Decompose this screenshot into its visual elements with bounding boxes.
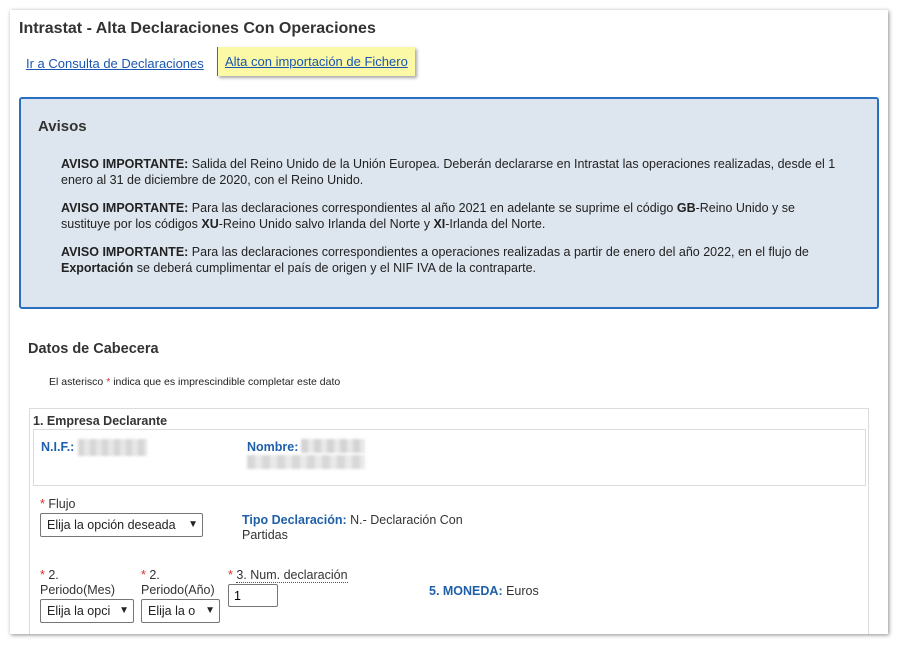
nombre-label: Nombre: (247, 440, 299, 454)
moneda-label: 5. MONEDA: (429, 584, 503, 598)
aviso-code-xi: XI (433, 217, 446, 231)
page-title: Intrastat - Alta Declaraciones Con Opera… (19, 20, 376, 37)
aviso-text: se deberá cumplimentar el país de origen… (133, 261, 537, 275)
aviso-prefix: AVISO IMPORTANTE: (61, 157, 189, 171)
tipo-declaracion-value: N.- Declaración Con (346, 513, 463, 527)
aviso-prefix: AVISO IMPORTANTE: (61, 201, 189, 215)
aviso-code-gb: GB (676, 201, 696, 215)
consulta-declaraciones-link[interactable]: Ir a Consulta de Declaraciones (26, 56, 204, 71)
empresa-info-box (33, 429, 866, 486)
aviso-text: Salida del Reino Unido de la Unión Europ… (188, 157, 836, 171)
avisos-title: Avisos (38, 118, 87, 135)
aviso-codigos: AVISO IMPORTANTE: Para las declaraciones… (61, 200, 861, 232)
aviso-text: -Reino Unido salvo Irlanda del Norte y (218, 217, 434, 231)
periodo-mes-select[interactable]: Elija la opci ▼ (40, 599, 134, 623)
label-text: 3. Num. declaración (236, 568, 348, 583)
num-declaracion-input[interactable] (228, 584, 278, 607)
nombre-value-redacted (247, 455, 365, 469)
flujo-select-value: Elija la opción deseada (47, 518, 176, 532)
required-asterisk: * (228, 568, 233, 582)
aviso-text: Para las declaraciones correspondientes … (188, 245, 809, 259)
nombre-value-redacted (301, 439, 365, 453)
flujo-label: * Flujo (40, 497, 75, 512)
aviso-text: -Irlanda del Norte. (445, 217, 546, 231)
aviso-exportacion: AVISO IMPORTANTE: Para las declaraciones… (61, 244, 861, 276)
moneda-value: Euros (502, 584, 539, 598)
note-text: El asterisco (49, 376, 107, 388)
aviso-reino-unido: AVISO IMPORTANTE: Salida del Reino Unido… (61, 156, 861, 188)
periodo-mes-label: * 2. Periodo(Mes) (40, 568, 115, 598)
label-text: 2. (48, 568, 59, 582)
aviso-exportacion-word: Exportación (61, 261, 134, 275)
required-asterisk: * (40, 568, 45, 582)
tipo-declaracion-value: Partidas (242, 528, 288, 542)
empresa-title: 1. Empresa Declarante (33, 414, 168, 428)
chevron-down-icon: ▼ (119, 605, 129, 616)
nif-label: N.I.F.: (41, 440, 75, 454)
moneda: 5. MONEDA: Euros (429, 584, 539, 598)
flujo-label-text: Flujo (48, 497, 76, 511)
tipo-declaracion: Tipo Declaración: N.- Declaración Con Pa… (242, 513, 492, 543)
flujo-select[interactable]: Elija la opción deseada ▼ (40, 513, 203, 537)
periodo-anio-value: Elija la o (148, 604, 196, 618)
label-text: 2. (149, 568, 160, 582)
aviso-code-xu: XU (201, 217, 219, 231)
required-asterisk: * (141, 568, 146, 582)
app-window: Intrastat - Alta Declaraciones Con Opera… (10, 10, 888, 634)
chevron-down-icon: ▼ (205, 605, 215, 616)
num-declaracion-label: * 3. Num. declaración (228, 568, 348, 583)
importacion-fichero-link[interactable]: Alta con importación de Fichero (217, 47, 415, 76)
avisos-panel: Avisos AVISO IMPORTANTE: Salida del Rein… (19, 97, 879, 309)
label-text: Periodo(Mes) (40, 583, 116, 597)
aviso-prefix: AVISO IMPORTANTE: (61, 245, 189, 259)
aviso-text: sustituye por los códigos (61, 217, 202, 231)
periodo-mes-value: Elija la opci (47, 604, 111, 618)
aviso-text: -Reino Unido y se (695, 201, 795, 215)
nif-value-redacted (78, 439, 147, 456)
periodo-anio-select[interactable]: Elija la o ▼ (141, 599, 220, 623)
required-asterisk: * (40, 497, 45, 511)
aviso-text: enero al 31 de diciembre de 2020, con el… (61, 173, 364, 187)
note-text: indica que es imprescindible completar e… (110, 376, 341, 388)
required-note: El asterisco * indica que es imprescindi… (49, 376, 340, 388)
aviso-text: Para las declaraciones correspondientes … (188, 201, 677, 215)
tipo-declaracion-label: Tipo Declaración: (242, 513, 347, 527)
datos-cabecera-title: Datos de Cabecera (28, 341, 159, 357)
label-text: Periodo(Año) (141, 583, 215, 597)
chevron-down-icon: ▼ (188, 519, 198, 530)
periodo-anio-label: * 2. Periodo(Año) (141, 568, 215, 598)
